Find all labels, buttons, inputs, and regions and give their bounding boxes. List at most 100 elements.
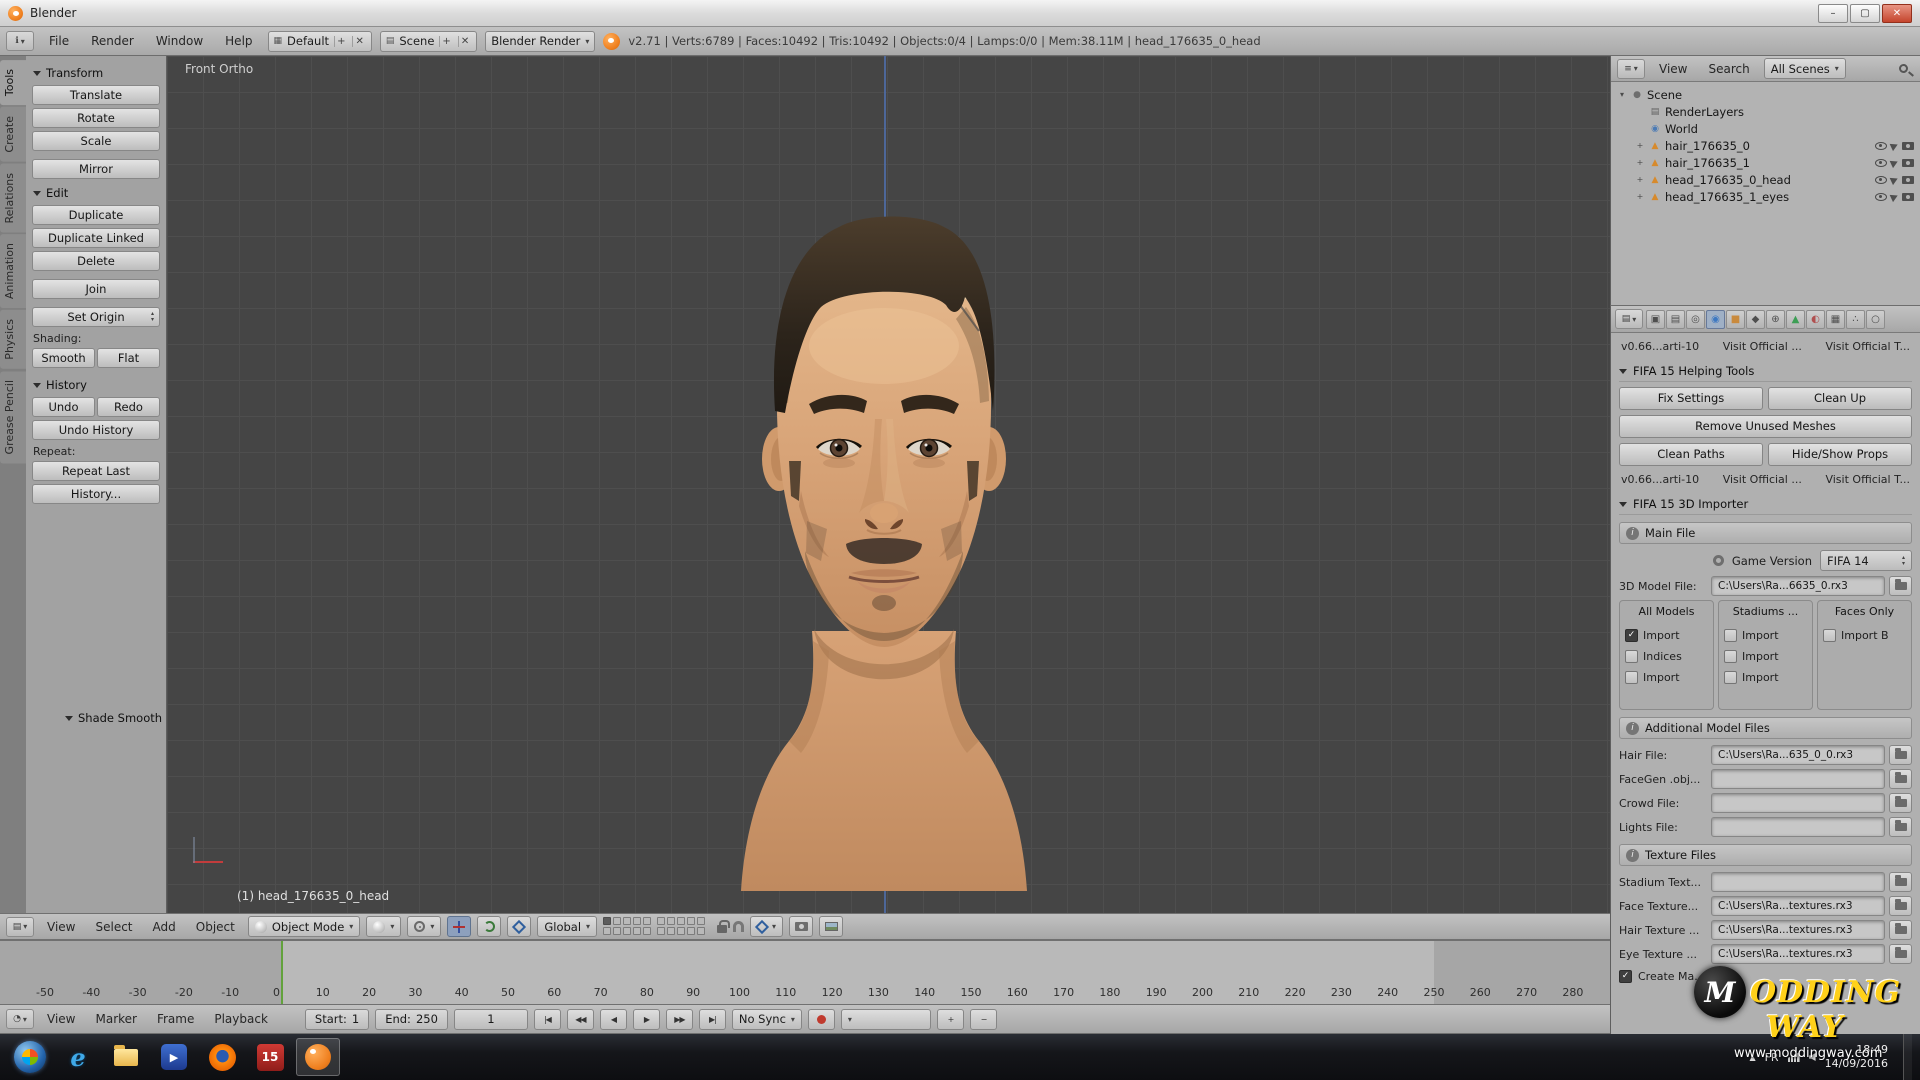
properties-tab-render-layers[interactable]: ▤ (1666, 310, 1685, 329)
toolshelf-tab-relations[interactable]: Relations (0, 164, 26, 233)
menu-render[interactable]: Render (84, 34, 141, 48)
file-path-field[interactable] (1711, 793, 1885, 813)
create-material-checkbox[interactable]: ✓ (1619, 970, 1632, 983)
start-taskbar-icon[interactable] (8, 1038, 52, 1076)
checkbox[interactable] (1724, 629, 1737, 642)
import-option[interactable]: Indices (1625, 646, 1708, 667)
firefox-taskbar-icon[interactable] (200, 1038, 244, 1076)
maximize-button[interactable]: ▢ (1850, 4, 1880, 23)
file-path-field[interactable]: C:\Users\Ra...textures.rx3 (1711, 920, 1885, 940)
properties-tab-render[interactable]: ▣ (1646, 310, 1665, 329)
toolshelf-tab-grease-pencil[interactable]: Grease Pencil (0, 371, 26, 463)
repeat-last-button[interactable]: Repeat Last (32, 461, 160, 481)
menu-window[interactable]: Window (149, 34, 210, 48)
properties-tab-texture[interactable]: ▦ (1826, 310, 1845, 329)
jump-to-end-button[interactable]: ▶| (699, 1009, 726, 1030)
properties-tab-modifiers[interactable]: ⊕ (1766, 310, 1785, 329)
undo-history-button[interactable]: Undo History (32, 420, 160, 440)
timeline-menu-marker[interactable]: Marker (88, 1012, 143, 1026)
properties-tab-world[interactable]: ◉ (1706, 310, 1725, 329)
toolshelf-tab-tools[interactable]: Tools (0, 60, 26, 105)
main-file-subpanel-header[interactable]: iMain File (1619, 522, 1912, 544)
file-path-field[interactable]: C:\Users\Ra...textures.rx3 (1711, 944, 1885, 964)
camera-icon[interactable] (1902, 176, 1914, 184)
play-reverse-button[interactable]: ◀ (600, 1009, 627, 1030)
pointer-icon[interactable] (1890, 140, 1900, 150)
layer-dot[interactable] (613, 927, 621, 935)
close-button[interactable]: ✕ (1882, 4, 1912, 23)
eye-icon[interactable] (1875, 176, 1887, 184)
outliner-scope-dropdown[interactable]: All Scenes▾ (1764, 58, 1846, 79)
game-version-dropdown[interactable]: FIFA 14▴ ▾ (1820, 550, 1912, 571)
minimize-button[interactable]: – (1818, 4, 1848, 23)
visit-official-link[interactable]: Visit Official ... (1723, 340, 1802, 353)
manipulator-translate-toggle[interactable] (447, 916, 471, 937)
file-path-field[interactable]: C:\Users\Ra...635_0_0.rx3 (1711, 745, 1885, 765)
blender-taskbar-icon[interactable] (296, 1038, 340, 1076)
mode-dropdown[interactable]: Object Mode ▾ (248, 916, 360, 937)
layer-dot[interactable] (623, 927, 631, 935)
layer-dot[interactable] (677, 917, 685, 925)
layers-widget[interactable] (603, 917, 711, 936)
camera-icon[interactable] (1902, 142, 1914, 150)
outliner-item[interactable]: +▲hair_176635_0 (1611, 137, 1920, 154)
checkbox[interactable] (1724, 650, 1737, 663)
file-path-field[interactable] (1711, 769, 1885, 789)
set-origin-dropdown[interactable]: Set Origin▴ ▾ (32, 307, 160, 327)
layer-dot[interactable] (697, 917, 705, 925)
viewport-menu-object[interactable]: Object (189, 920, 242, 934)
outliner-menu-search[interactable]: Search (1701, 62, 1756, 76)
screen-layout-selector[interactable]: ▦ Default + ✕ (268, 31, 372, 52)
layer-dot[interactable] (603, 927, 611, 935)
layer-dot[interactable] (697, 927, 705, 935)
checkbox[interactable] (1625, 650, 1638, 663)
panel-transform-header[interactable]: Transform (33, 66, 159, 80)
snap-magnet-icon[interactable] (733, 921, 744, 932)
properties-tab-object-data[interactable]: ▲ (1786, 310, 1805, 329)
play-button[interactable]: ▶ (633, 1009, 660, 1030)
outliner-item[interactable]: ▤RenderLayers (1611, 103, 1920, 120)
toolshelf-tab-animation[interactable]: Animation (0, 234, 26, 308)
layer-dot[interactable] (633, 927, 641, 935)
expand-icon[interactable]: + (1635, 192, 1645, 201)
import-option[interactable]: ✓Import (1625, 625, 1708, 646)
scale-button[interactable]: Scale (32, 131, 160, 151)
visit-official-thread-link[interactable]: Visit Official T... (1825, 473, 1910, 486)
layer-dot[interactable] (667, 927, 675, 935)
browse-folder-button[interactable] (1889, 817, 1912, 837)
outliner-item[interactable]: +▲hair_176635_1 (1611, 154, 1920, 171)
orientation-dropdown[interactable]: Global▾ (537, 916, 597, 937)
snap-element-dropdown[interactable]: ▾ (750, 916, 783, 937)
browse-model-file-button[interactable] (1889, 576, 1912, 596)
model-file-field[interactable]: C:\Users\Ra...6635_0.rx3 (1711, 576, 1885, 596)
clean-up-button[interactable]: Clean Up (1768, 387, 1912, 410)
fix-settings-button[interactable]: Fix Settings (1619, 387, 1763, 410)
operator-panel-header[interactable]: Shade Smooth (65, 711, 180, 725)
remove-unused-meshes-button[interactable]: Remove Unused Meshes (1619, 415, 1912, 438)
viewport-menu-view[interactable]: View (40, 920, 82, 934)
current-frame-cursor[interactable] (281, 941, 283, 1004)
editor-type-3dview-icon[interactable]: ▤▾ (6, 917, 34, 937)
import-option[interactable]: Import B (1823, 625, 1906, 646)
expand-icon[interactable]: + (1635, 175, 1645, 184)
eye-icon[interactable] (1875, 193, 1887, 201)
add-layout-button[interactable]: + (334, 36, 347, 47)
layer-dot[interactable] (657, 927, 665, 935)
editor-type-timeline-icon[interactable]: ◔▾ (6, 1009, 34, 1029)
redo-button[interactable]: Redo (97, 397, 160, 417)
search-icon[interactable] (1899, 64, 1908, 73)
panel-edit-header[interactable]: Edit (33, 186, 159, 200)
delete-scene-button[interactable]: ✕ (458, 36, 471, 47)
layer-dot[interactable] (687, 927, 695, 935)
properties-tab-particles[interactable]: ∴ (1846, 310, 1865, 329)
browse-folder-button[interactable] (1889, 872, 1912, 892)
addon-version-link[interactable]: v0.66...arti-10 (1621, 340, 1699, 353)
delete-button[interactable]: Delete (32, 251, 160, 271)
ie-taskbar-icon[interactable]: e (56, 1038, 100, 1076)
outliner-item[interactable]: ◉World (1611, 120, 1920, 137)
file-path-field[interactable] (1711, 817, 1885, 837)
expand-icon[interactable]: + (1635, 158, 1645, 167)
import-option[interactable]: Import (1625, 667, 1708, 688)
pointer-icon[interactable] (1890, 191, 1900, 201)
timeline-menu-playback[interactable]: Playback (207, 1012, 275, 1026)
